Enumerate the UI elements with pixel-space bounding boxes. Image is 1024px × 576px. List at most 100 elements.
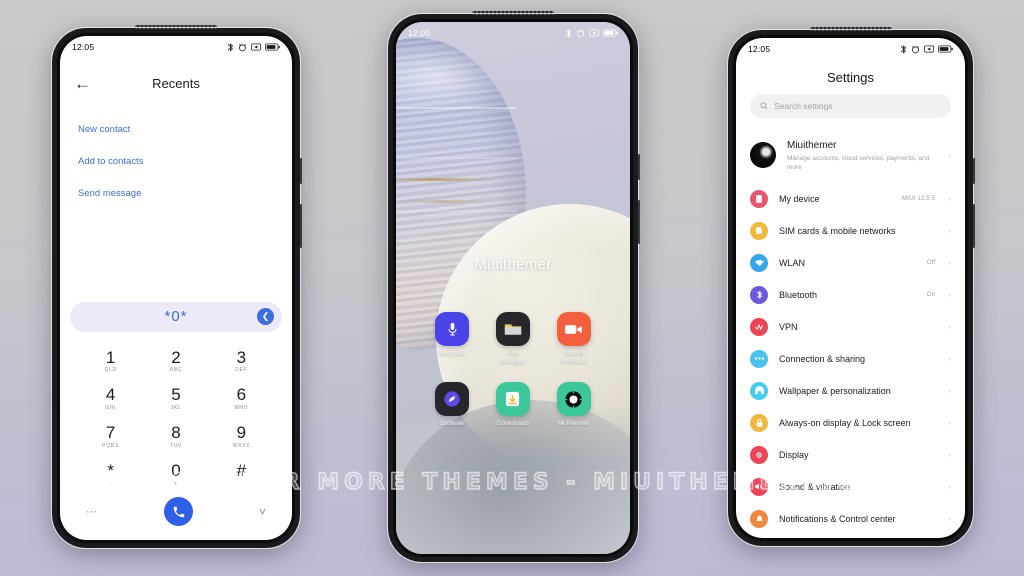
remote-dial-icon <box>556 382 591 417</box>
search-placeholder: Search settings <box>774 101 833 111</box>
power-button[interactable] <box>637 154 640 180</box>
settings-row-sound-vibration[interactable]: Sound & vibration › <box>736 471 965 503</box>
keypad-row: *, 0 + # <box>78 455 274 493</box>
keypad: 1 QLD 2 ABC 3 DEF 4 GHI 5 JKL 6 MNO 7 PQRS 8 TUV… <box>60 334 292 493</box>
settings-row-wlan[interactable]: WLAN Off › <box>736 247 965 279</box>
app-label: File Manager <box>500 350 526 366</box>
key-5[interactable]: 5 JKL <box>143 379 208 417</box>
dialer-bottom-bar: ⋯ ˅ <box>60 493 292 540</box>
status-icons <box>900 44 953 54</box>
volume-button[interactable] <box>637 200 640 244</box>
search-icon <box>760 102 768 110</box>
status-clock: 12:05 <box>72 42 95 52</box>
key-7[interactable]: 7 PQRS <box>78 417 143 455</box>
dialed-number: *0* <box>164 308 188 326</box>
settings-row-display[interactable]: Display › <box>736 439 965 471</box>
row-label: Display <box>779 449 809 460</box>
sim-card-icon <box>750 221 768 240</box>
status-icons <box>227 42 280 52</box>
dialed-number-field[interactable]: *0* ❮ <box>70 301 282 332</box>
row-value: MIUI 12.5.5 <box>901 195 936 203</box>
key-hash[interactable]: # <box>209 455 274 493</box>
compass-icon <box>435 382 470 417</box>
action-new-contact[interactable]: New contact <box>78 114 274 146</box>
earpiece-speaker <box>472 11 554 15</box>
keypad-row: 1 QLD 2 ABC 3 DEF <box>78 342 274 380</box>
bluetooth-icon <box>900 44 907 54</box>
settings-row-notifications[interactable]: Notifications & Control center › <box>736 503 965 535</box>
share-nodes-icon <box>750 349 768 368</box>
power-button[interactable] <box>299 158 302 184</box>
battery-icon <box>265 43 280 51</box>
chevron-right-icon: › <box>948 450 951 460</box>
settings-row-sim-cards[interactable]: SIM cards & mobile networks › <box>736 215 965 247</box>
chevron-right-icon: › <box>948 322 951 332</box>
key-6[interactable]: 6 MNO <box>209 379 274 417</box>
battery-icon <box>938 45 953 53</box>
app-grid: Recorder File Manager Screen Recorder Br… <box>396 312 630 428</box>
key-4[interactable]: 4 GHI <box>78 379 143 417</box>
quick-actions: New contact Add to contacts Send message <box>60 108 292 210</box>
key-9[interactable]: 9 WXYZ <box>209 417 274 455</box>
account-avatar <box>750 142 776 169</box>
app-screen-recorder[interactable]: Screen Recorder <box>543 312 604 366</box>
key-3[interactable]: 3 DEF <box>209 342 274 380</box>
screen-dialer: 12:05 ← Recents New contact Add to conta… <box>60 36 292 540</box>
settings-row-bluetooth[interactable]: Bluetooth On › <box>736 279 965 311</box>
earpiece-speaker <box>809 27 892 31</box>
vpn-key-icon <box>750 317 768 336</box>
wallpaper-icon <box>750 381 768 400</box>
alarm-icon <box>239 43 246 51</box>
status-bar: 12:05 <box>736 38 965 60</box>
search-input[interactable]: Search settings <box>750 94 951 118</box>
app-label: Recorder <box>438 350 466 357</box>
status-clock: 12:05 <box>748 44 771 54</box>
alarm-icon <box>912 45 919 53</box>
settings-row-my-device[interactable]: My device MIUI 12.5.5 › <box>736 183 965 215</box>
key-0[interactable]: 0 + <box>143 455 208 493</box>
action-add-to-contacts[interactable]: Add to contacts <box>78 146 274 178</box>
row-label: VPN <box>779 321 798 332</box>
phone-right-settings: 12:05 Settings Search settings Miuitheme… <box>727 27 975 547</box>
app-browser[interactable]: Browser <box>422 382 483 428</box>
brightness-icon <box>750 445 768 464</box>
app-mi-remote[interactable]: Mi Remote <box>543 382 604 428</box>
phone-left-dialer: 12:05 ← Recents New contact Add to conta… <box>51 25 302 549</box>
volume-button[interactable] <box>972 204 975 248</box>
key-8[interactable]: 8 TUV <box>143 417 208 455</box>
earpiece-speaker <box>135 25 217 29</box>
settings-scroll[interactable]: Settings Search settings Miuithemer Mana… <box>736 38 965 538</box>
phone-call-icon[interactable] <box>164 497 194 526</box>
app-label: Mi Remote <box>557 420 590 428</box>
settings-row-wallpaper[interactable]: Wallpaper & personalization › <box>736 375 965 407</box>
wifi-icon <box>750 253 768 272</box>
more-dots-icon[interactable]: ⋯ <box>86 505 99 518</box>
app-label: Screen Recorder <box>560 350 588 366</box>
download-box-icon <box>495 382 530 417</box>
app-file-manager[interactable]: File Manager <box>483 312 544 366</box>
settings-row-vpn[interactable]: VPN › <box>736 311 965 343</box>
settings-row-connection-sharing[interactable]: Connection & sharing › <box>736 343 965 375</box>
settings-row-always-on-display[interactable]: Always-on display & Lock screen › <box>736 407 965 439</box>
row-value: Off <box>926 259 936 267</box>
row-label: Bluetooth <box>779 289 818 300</box>
app-recorder[interactable]: Recorder <box>422 312 483 366</box>
action-send-message[interactable]: Send message <box>78 178 274 210</box>
volume-button[interactable] <box>299 204 302 248</box>
folder-icon <box>495 312 530 346</box>
wallpaper <box>396 22 630 554</box>
key-2[interactable]: 2 ABC <box>143 342 208 380</box>
backspace-icon[interactable]: ❮ <box>257 308 274 326</box>
bluetooth-icon <box>227 42 234 52</box>
silent-icon <box>251 43 261 51</box>
chevron-right-icon: › <box>948 226 951 236</box>
wallpaper-title: Miuithemer <box>474 256 552 273</box>
key-1[interactable]: 1 QLD <box>78 342 143 380</box>
key-star[interactable]: *, <box>78 455 143 493</box>
settings-row-account[interactable]: Miuithemer Manage accounts, cloud servic… <box>736 130 965 183</box>
power-button[interactable] <box>972 158 975 184</box>
chevron-down-icon[interactable]: ˅ <box>259 505 266 519</box>
speaker-icon <box>750 477 768 496</box>
lock-icon <box>750 413 768 432</box>
app-downloads[interactable]: Downloads <box>483 382 544 428</box>
